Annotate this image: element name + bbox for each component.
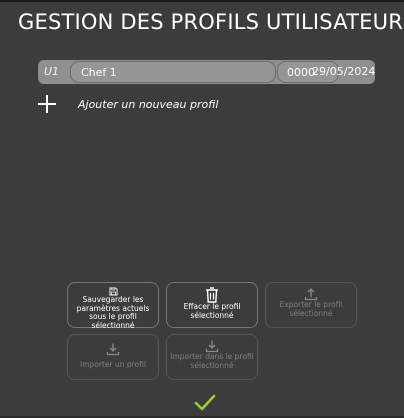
profile-code: U1 [44, 65, 60, 78]
profile-row[interactable]: U1 Chef 1 0000 29/05/2024 [38, 60, 375, 84]
profile-name-field[interactable]: Chef 1 [70, 61, 276, 83]
trash-icon [206, 287, 218, 303]
download-icon [106, 343, 120, 356]
save-profile-button[interactable]: Sauvegarder les paramètres actuels sous … [67, 282, 159, 330]
export-profile-button[interactable]: Exporter le profil sélectionné [265, 282, 357, 328]
delete-profile-label: Effacer le profil sélectionné [183, 302, 241, 320]
import-into-profile-button[interactable]: Importer dans le profil sélectionné [166, 334, 258, 380]
import-profile-button[interactable]: Importer un profil [67, 334, 159, 380]
download-icon [205, 340, 219, 353]
profiles-screen: GESTION DES PROFILS UTILISATEURS: U1 Che… [0, 0, 404, 418]
checkmark-icon[interactable] [194, 394, 216, 412]
import-profile-label: Importer un profil [80, 360, 146, 369]
page-title: GESTION DES PROFILS UTILISATEURS: [18, 10, 404, 34]
save-profile-label: Sauvegarder les paramètres actuels sous … [76, 295, 150, 330]
profile-date: 29/05/2024 [312, 65, 376, 78]
add-profile-label[interactable]: Ajouter un nouveau profil [78, 98, 218, 111]
upload-icon [304, 288, 318, 301]
export-profile-label: Exporter le profil sélectionné [279, 300, 343, 318]
plus-icon[interactable] [38, 95, 56, 113]
import-into-profile-label: Importer dans le profil sélectionné [170, 352, 254, 370]
profile-name-value: Chef 1 [81, 66, 117, 79]
profile-pin-value: 0000 [287, 66, 315, 79]
delete-profile-button[interactable]: Effacer le profil sélectionné [166, 282, 258, 328]
